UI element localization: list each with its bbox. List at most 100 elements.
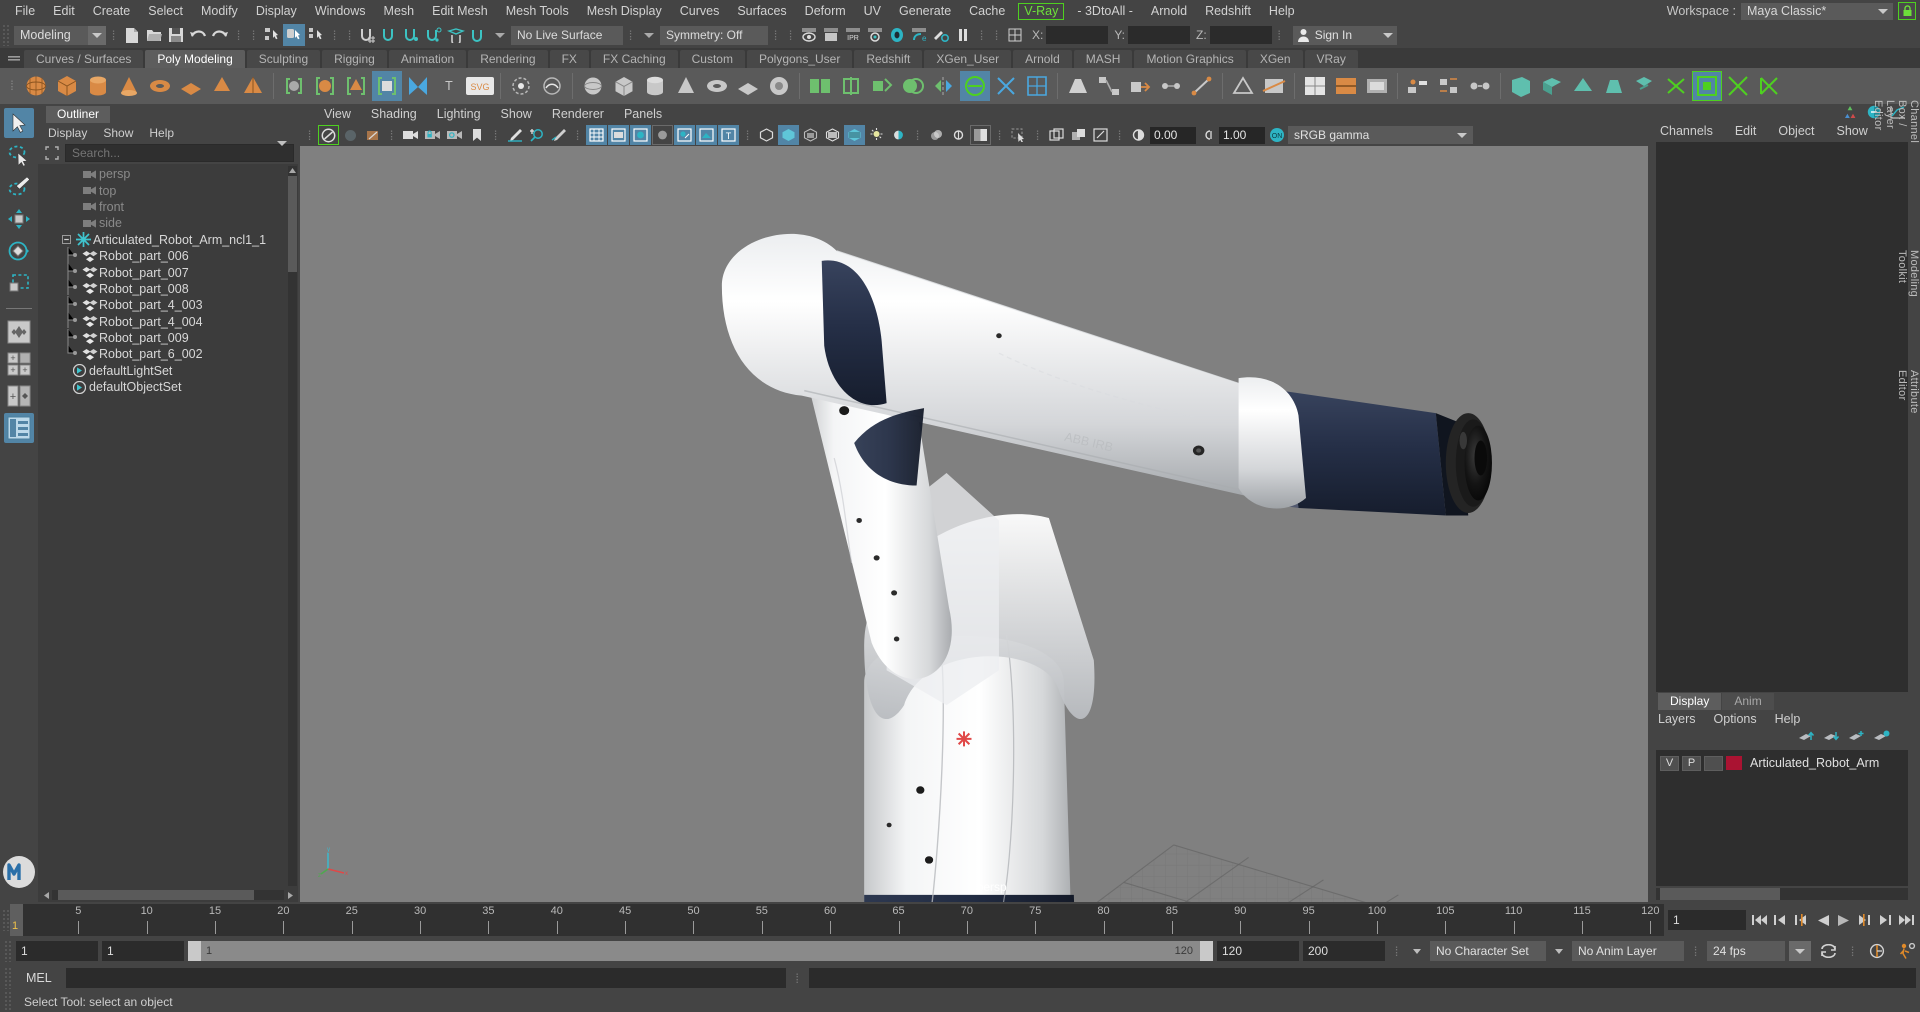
two-pane-layout-button[interactable]: +	[4, 381, 34, 411]
smooth-tool-icon[interactable]	[537, 71, 567, 101]
object-menu[interactable]: Object	[1778, 124, 1814, 138]
playback-range-slider[interactable]: 1 120	[188, 941, 1213, 961]
open-scene-icon[interactable]	[143, 24, 165, 46]
redo-render-icon[interactable]	[820, 24, 842, 46]
z-input[interactable]	[1209, 26, 1272, 44]
viewport-3d[interactable]: ABB IRB persp y x z	[300, 146, 1648, 902]
snap-to-grid-icon[interactable]	[357, 24, 379, 46]
viewport-menu-show[interactable]: Show	[491, 107, 542, 121]
remesh-icon[interactable]	[1022, 71, 1052, 101]
lasso-tool-button[interactable]	[4, 140, 34, 170]
scroll-left-arrow-icon[interactable]	[40, 891, 52, 899]
options-menu[interactable]: Options	[1714, 712, 1757, 726]
hscroll-thumb[interactable]	[58, 890, 254, 900]
sphere-prim-icon[interactable]	[578, 71, 608, 101]
layers-menu[interactable]: Layers	[1658, 712, 1696, 726]
menu-display[interactable]: Display	[247, 0, 306, 22]
xray-joints-icon[interactable]	[778, 125, 799, 145]
outliner-item-top[interactable]: top	[38, 182, 298, 198]
camera-settings-icon[interactable]	[444, 125, 465, 145]
screen-space-ao-icon[interactable]	[696, 125, 717, 145]
menu-modify[interactable]: Modify	[192, 0, 247, 22]
chevron-down-icon[interactable]	[1789, 941, 1811, 961]
status-grip[interactable]	[4, 991, 12, 1012]
menu-3dtoall[interactable]: - 3DtoAll -	[1068, 0, 1142, 22]
viewport-menu-shading[interactable]: Shading	[361, 107, 427, 121]
svg-tool-icon[interactable]: SVG	[465, 71, 495, 101]
live-surface-field[interactable]: No Live Surface	[511, 25, 623, 45]
scroll-up-arrow-icon[interactable]	[288, 166, 297, 175]
redo-icon[interactable]	[209, 24, 231, 46]
viewport-menu-view[interactable]: View	[314, 107, 361, 121]
toolbar-grip[interactable]	[2, 24, 10, 46]
smooth-mesh-icon[interactable]	[960, 71, 990, 101]
viewport-menu-renderer[interactable]: Renderer	[542, 107, 614, 121]
viewport-menu-panels[interactable]: Panels	[614, 107, 672, 121]
polygon-plane-icon[interactable]	[176, 71, 206, 101]
layer-playback-toggle[interactable]: P	[1682, 755, 1701, 771]
workspace-dropdown[interactable]: Maya Classic*	[1741, 2, 1893, 20]
menu-cache[interactable]: Cache	[960, 0, 1014, 22]
hypershade-icon[interactable]	[886, 24, 908, 46]
svg-import-icon[interactable]	[372, 71, 402, 101]
tab-display-layers[interactable]: Display	[1658, 693, 1722, 710]
menu-mesh[interactable]: Mesh	[375, 0, 424, 22]
shelf-tab-mash[interactable]: MASH	[1073, 50, 1133, 68]
mel-label[interactable]: MEL	[16, 971, 62, 985]
shelf-tab-xgen[interactable]: XGen	[1247, 50, 1303, 68]
sidebar-label-modeling-toolkit[interactable]: Modeling Toolkit	[1896, 250, 1920, 297]
polygon-cube-icon[interactable]	[52, 71, 82, 101]
cube-prim-icon[interactable]	[609, 71, 639, 101]
motion-blur-icon[interactable]	[926, 125, 947, 145]
outliner-item-robot_part_006[interactable]: Robot_part_006	[38, 246, 298, 271]
outliner-horizontal-scrollbar[interactable]	[52, 890, 284, 900]
search-input[interactable]	[65, 141, 294, 162]
move-tool-button[interactable]	[4, 204, 34, 234]
select-hierarchy-icon[interactable]	[261, 24, 283, 46]
polygon-cone-icon[interactable]	[114, 71, 144, 101]
poly-wedge-icon[interactable]	[1568, 71, 1598, 101]
shelf-tab-motion-graphics[interactable]: Motion Graphics	[1134, 50, 1246, 68]
add-selected-to-layer-icon[interactable]	[1874, 730, 1890, 746]
step-back-key-icon[interactable]	[1771, 910, 1790, 930]
range-grip[interactable]	[4, 940, 12, 962]
shelf-tab-curves-surfaces[interactable]: Curves / Surfaces	[24, 50, 144, 68]
smooth-shaded-icon[interactable]	[608, 125, 629, 145]
shelf-icons-grip[interactable]: ⁞	[4, 70, 20, 102]
paint-select-tool-button[interactable]	[4, 172, 34, 202]
move-layer-up-icon[interactable]	[1799, 730, 1815, 746]
single-pane-layout-button[interactable]	[4, 317, 34, 347]
viewport-ball-icon[interactable]	[888, 125, 909, 145]
anim-layer-chevron-icon[interactable]	[1550, 948, 1568, 954]
four-pane-layout-button[interactable]: + + +	[4, 349, 34, 379]
select-object-icon[interactable]	[283, 24, 305, 46]
range-right-handle[interactable]	[1200, 941, 1213, 961]
sign-in-button[interactable]: Sign In	[1292, 25, 1398, 45]
poly-append-icon[interactable]	[1537, 71, 1567, 101]
zoom-selection-icon[interactable]	[526, 125, 547, 145]
snap-to-view-plane-icon[interactable]	[445, 24, 467, 46]
shelf-tab-poly-modeling[interactable]: Poly Modeling	[145, 50, 245, 68]
panel-resize-icon[interactable]	[1090, 125, 1111, 145]
xray-icon[interactable]	[756, 125, 777, 145]
range-end-field[interactable]: 1	[102, 941, 184, 961]
range-start-field[interactable]: 1	[16, 941, 98, 961]
outliner-menu-display[interactable]: Display	[48, 126, 87, 140]
select-component-icon[interactable]	[305, 24, 327, 46]
poly-collapse-icon[interactable]	[1661, 71, 1691, 101]
bookmark-icon[interactable]	[466, 125, 487, 145]
outliner-item-front[interactable]: front	[38, 199, 298, 215]
outliner-search-field[interactable]	[66, 146, 271, 160]
undo-icon[interactable]	[187, 24, 209, 46]
sidebar-label-attribute-editor[interactable]: Attribute Editor	[1896, 370, 1920, 414]
outliner-vertical-scrollbar[interactable]	[288, 166, 297, 886]
select-tool-button[interactable]	[4, 108, 34, 138]
light-icon[interactable]	[866, 125, 887, 145]
type-tool-icon[interactable]	[403, 71, 433, 101]
menu-help[interactable]: Help	[1260, 0, 1304, 22]
viewport-menu-lighting[interactable]: Lighting	[427, 107, 491, 121]
shelf-tab-rigging[interactable]: Rigging	[322, 50, 387, 68]
layer-list[interactable]: V P Articulated_Robot_Arm	[1656, 750, 1908, 886]
shelf-tab-vray[interactable]: VRay	[1304, 50, 1358, 68]
go-to-start-icon[interactable]	[1750, 910, 1769, 930]
